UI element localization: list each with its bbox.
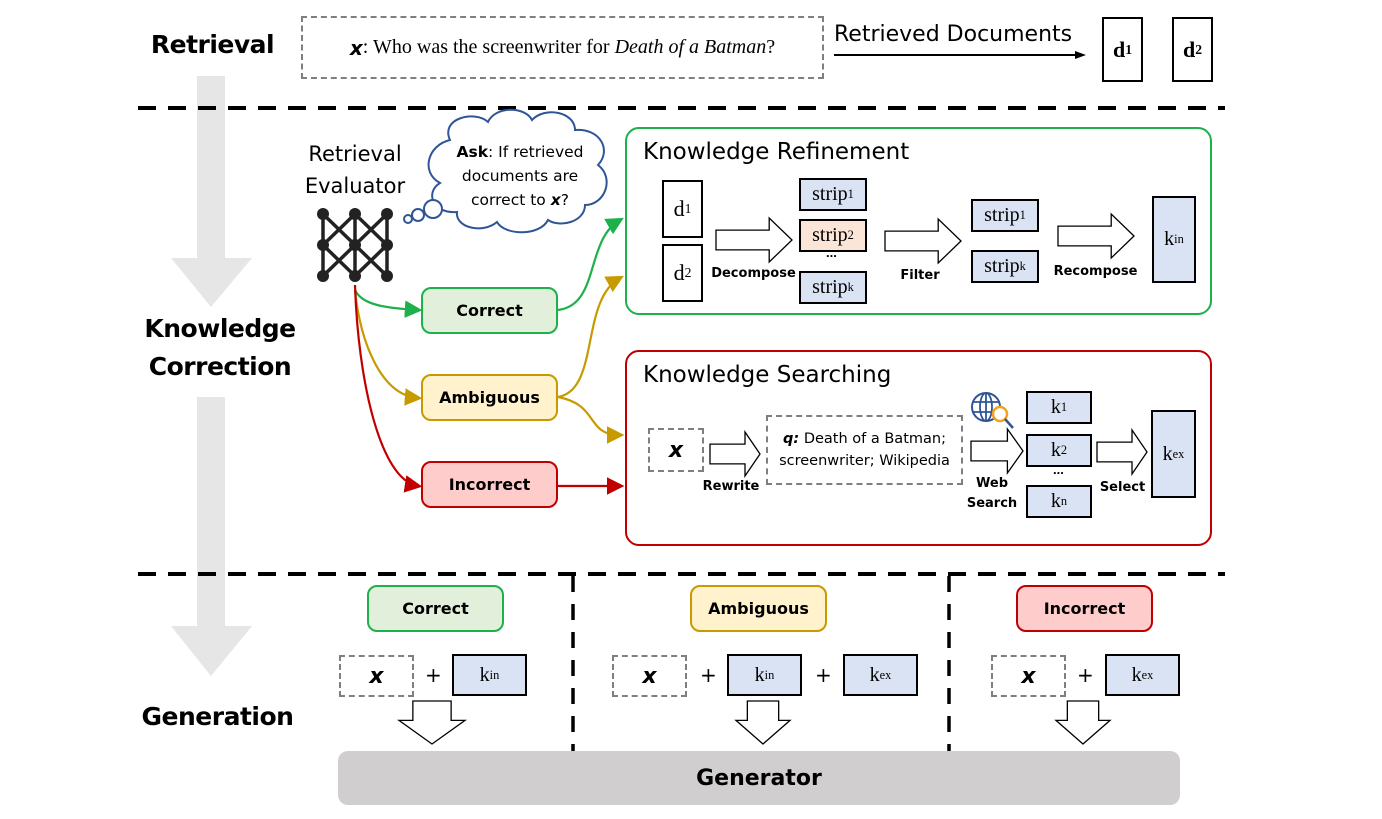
down-arrows-layer — [396, 700, 1112, 745]
gen-ambiguous-down-arrow-icon — [734, 700, 792, 745]
gen-correct-down-arrow-icon — [396, 700, 468, 745]
gen-incorrect-down-arrow-icon — [1054, 700, 1112, 745]
